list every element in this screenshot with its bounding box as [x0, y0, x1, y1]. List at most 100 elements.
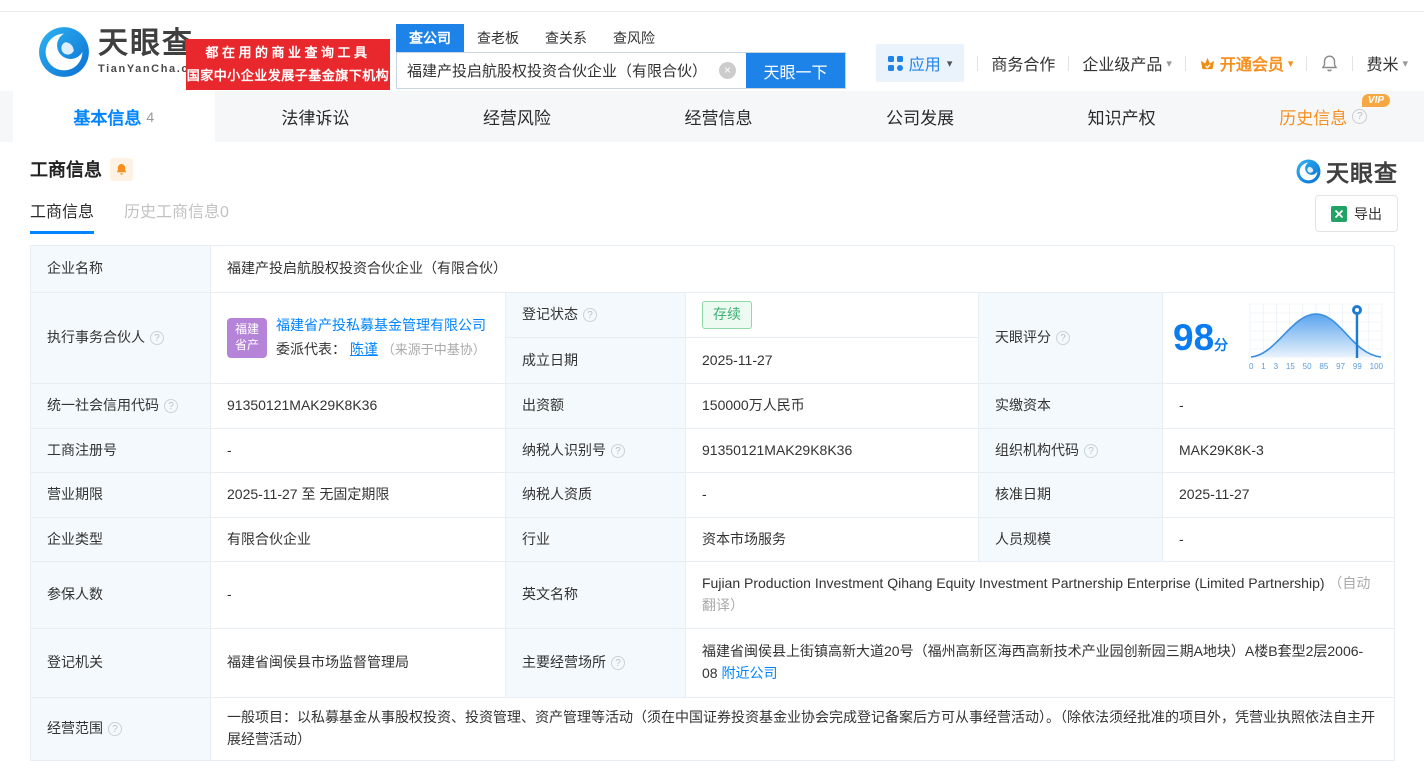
divider — [1184, 55, 1186, 71]
notification-bell-icon[interactable] — [1320, 54, 1339, 73]
search-tab-boss[interactable]: 查老板 — [464, 24, 532, 52]
field-industry-label: 行业 — [506, 518, 686, 562]
monitor-bell-icon[interactable] — [110, 157, 133, 181]
field-reg-status-value: 存续 — [686, 293, 979, 338]
nav-enterprise-product[interactable]: 企业级产品 ▾ — [1082, 51, 1172, 75]
tab-operation-info[interactable]: 经营信息 — [618, 91, 820, 142]
field-score-value: 98分 0 1 3 15 50 85 97 99 100 — [1163, 293, 1395, 384]
field-executive-partner-label: 执行事务合伙人? — [31, 293, 211, 384]
chevron-down-icon: ▾ — [1287, 57, 1294, 70]
status-badge: 存续 — [702, 301, 752, 329]
site-logo[interactable]: 天眼查 TianYanCha.com — [38, 26, 209, 78]
help-icon[interactable]: ? — [1084, 443, 1098, 458]
tab-label: 历史信息 — [1279, 109, 1348, 128]
field-biz-scope-label: 经营范围? — [31, 698, 211, 761]
field-company-type-label: 企业类型 — [31, 518, 211, 562]
help-icon[interactable]: ? — [611, 443, 625, 458]
help-icon[interactable]: ? — [583, 308, 597, 322]
enterprise-product-label: 企业级产品 — [1082, 57, 1163, 74]
help-icon[interactable]: ? — [150, 331, 164, 345]
field-capital-value: 150000万人民币 — [686, 384, 979, 429]
search-tab-relation[interactable]: 查关系 — [532, 24, 600, 52]
field-approval-date-label: 核准日期 — [979, 473, 1163, 518]
nav-business-coop[interactable]: 商务合作 — [991, 51, 1055, 75]
subtab-history-business-info[interactable]: 历史工商信息0 — [124, 198, 229, 234]
help-icon[interactable]: ? — [611, 656, 625, 670]
chevron-down-icon: ▾ — [946, 57, 953, 70]
field-org-code-label: 组织机构代码? — [979, 429, 1163, 473]
tab-label: 经营风险 — [482, 109, 551, 128]
section-header: 工商信息 天眼查 — [30, 156, 1397, 186]
help-icon[interactable]: ? — [164, 399, 178, 413]
search-tab-risk[interactable]: 查风险 — [600, 24, 668, 52]
tab-company-development[interactable]: 公司发展 — [819, 91, 1021, 142]
tab-history-info[interactable]: VIP 历史信息 ? — [1222, 91, 1424, 142]
rep-name-link[interactable]: 陈谨 — [350, 341, 378, 357]
open-vip-button[interactable]: 开通会员 ▾ — [1199, 51, 1294, 75]
field-insured-count-label: 参保人数 — [31, 562, 211, 629]
search-button[interactable]: 天眼一下 — [746, 53, 845, 88]
search-tabs: 查公司 查老板 查关系 查风险 — [396, 24, 846, 52]
score-chart-ticks: 01 3 15 50 85 97 99 100 — [1249, 362, 1383, 372]
field-org-code-value: MAK29K8K-3 — [1163, 429, 1395, 473]
tab-label: 经营信息 — [684, 109, 753, 128]
user-menu[interactable]: 费米 ▾ — [1366, 51, 1408, 75]
search-input[interactable] — [397, 53, 719, 88]
slogan-line2: 国家中小企业发展子基金旗下机构 — [186, 67, 390, 83]
field-insured-count-value: - — [211, 562, 506, 629]
export-button[interactable]: 导出 — [1315, 195, 1398, 232]
field-english-name-label: 英文名称 — [506, 562, 686, 629]
field-staff-size-value: - — [1163, 518, 1395, 562]
field-company-name-label: 企业名称 — [31, 246, 211, 293]
clear-search-icon[interactable]: × — [719, 62, 736, 79]
top-strip — [0, 0, 1424, 12]
tab-label: 知识产权 — [1087, 109, 1156, 128]
vip-badge: VIP — [1361, 94, 1391, 107]
field-uscc-label: 统一社会信用代码? — [31, 384, 211, 429]
tab-basic-info-label: 基本信息 — [73, 109, 142, 128]
field-score-label: 天眼评分? — [979, 293, 1163, 384]
watermark-logo: 天眼查 — [1296, 154, 1398, 188]
field-capital-label: 出资额 — [506, 384, 686, 429]
field-approval-date-value: 2025-11-27 — [1163, 473, 1395, 518]
nearby-companies-link[interactable]: 附近公司 — [721, 665, 777, 681]
partner-company-link[interactable]: 福建省产投私募基金管理有限公司 — [276, 315, 486, 337]
tab-basic-info[interactable]: 基本信息 4 — [13, 91, 215, 142]
field-company-name-value: 福建产投启航股权投资合伙企业（有限合伙） — [211, 246, 1395, 293]
app-grid-icon — [887, 55, 903, 71]
rep-label: 委派代表： — [276, 341, 346, 357]
search-box: × 天眼一下 — [396, 52, 846, 89]
search-tab-company[interactable]: 查公司 — [396, 24, 464, 52]
export-button-label: 导出 — [1354, 205, 1382, 222]
field-uscc-value: 91350121MAK29K8K36 — [211, 384, 506, 429]
rep-source: （来源于中基协） — [381, 342, 486, 357]
field-main-address-value: 福建省闽侯县上街镇高新大道20号（福州高新区海西高新技术产业园创新园三期A地块）… — [686, 629, 1395, 698]
score-number: 98 — [1173, 317, 1215, 359]
divider — [977, 55, 979, 71]
tab-basic-info-count: 4 — [146, 108, 155, 125]
subtab-business-info[interactable]: 工商信息 — [30, 198, 95, 234]
field-reg-authority-value: 福建省闽侯县市场监督管理局 — [211, 629, 506, 698]
slogan-line1: 都在用的商业查询工具 — [205, 45, 371, 61]
watermark-logo-text: 天眼查 — [1326, 160, 1398, 186]
search-area: 查公司 查老板 查关系 查风险 × 天眼一下 — [396, 24, 846, 89]
help-icon[interactable]: ? — [108, 722, 122, 736]
field-company-type-value: 有限合伙企业 — [211, 518, 506, 562]
tab-intellectual-property[interactable]: 知识产权 — [1021, 91, 1223, 142]
divider — [1306, 55, 1308, 71]
tianyancha-logo-icon — [1296, 159, 1321, 183]
field-industry-value: 资本市场服务 — [686, 518, 979, 562]
apps-menu[interactable]: 应用 ▾ — [875, 44, 965, 82]
tab-operation-risk[interactable]: 经营风险 — [416, 91, 618, 142]
score-distribution-chart: 01 3 15 50 85 97 99 100 — [1248, 302, 1384, 373]
open-vip-label: 开通会员 — [1219, 57, 1284, 74]
partner-avatar: 福建 省产 — [227, 318, 267, 358]
field-english-name-value: Fujian Production Investment Qihang Equi… — [686, 562, 1395, 629]
help-icon[interactable]: ? — [1352, 109, 1368, 124]
apps-menu-label: 应用 — [908, 57, 941, 74]
field-reg-no-label: 工商注册号 — [31, 429, 211, 473]
help-icon[interactable]: ? — [1056, 331, 1070, 345]
field-staff-size-label: 人员规模 — [979, 518, 1163, 562]
tab-legal-litigation[interactable]: 法律诉讼 — [215, 91, 417, 142]
field-est-date-label: 成立日期 — [506, 338, 686, 384]
